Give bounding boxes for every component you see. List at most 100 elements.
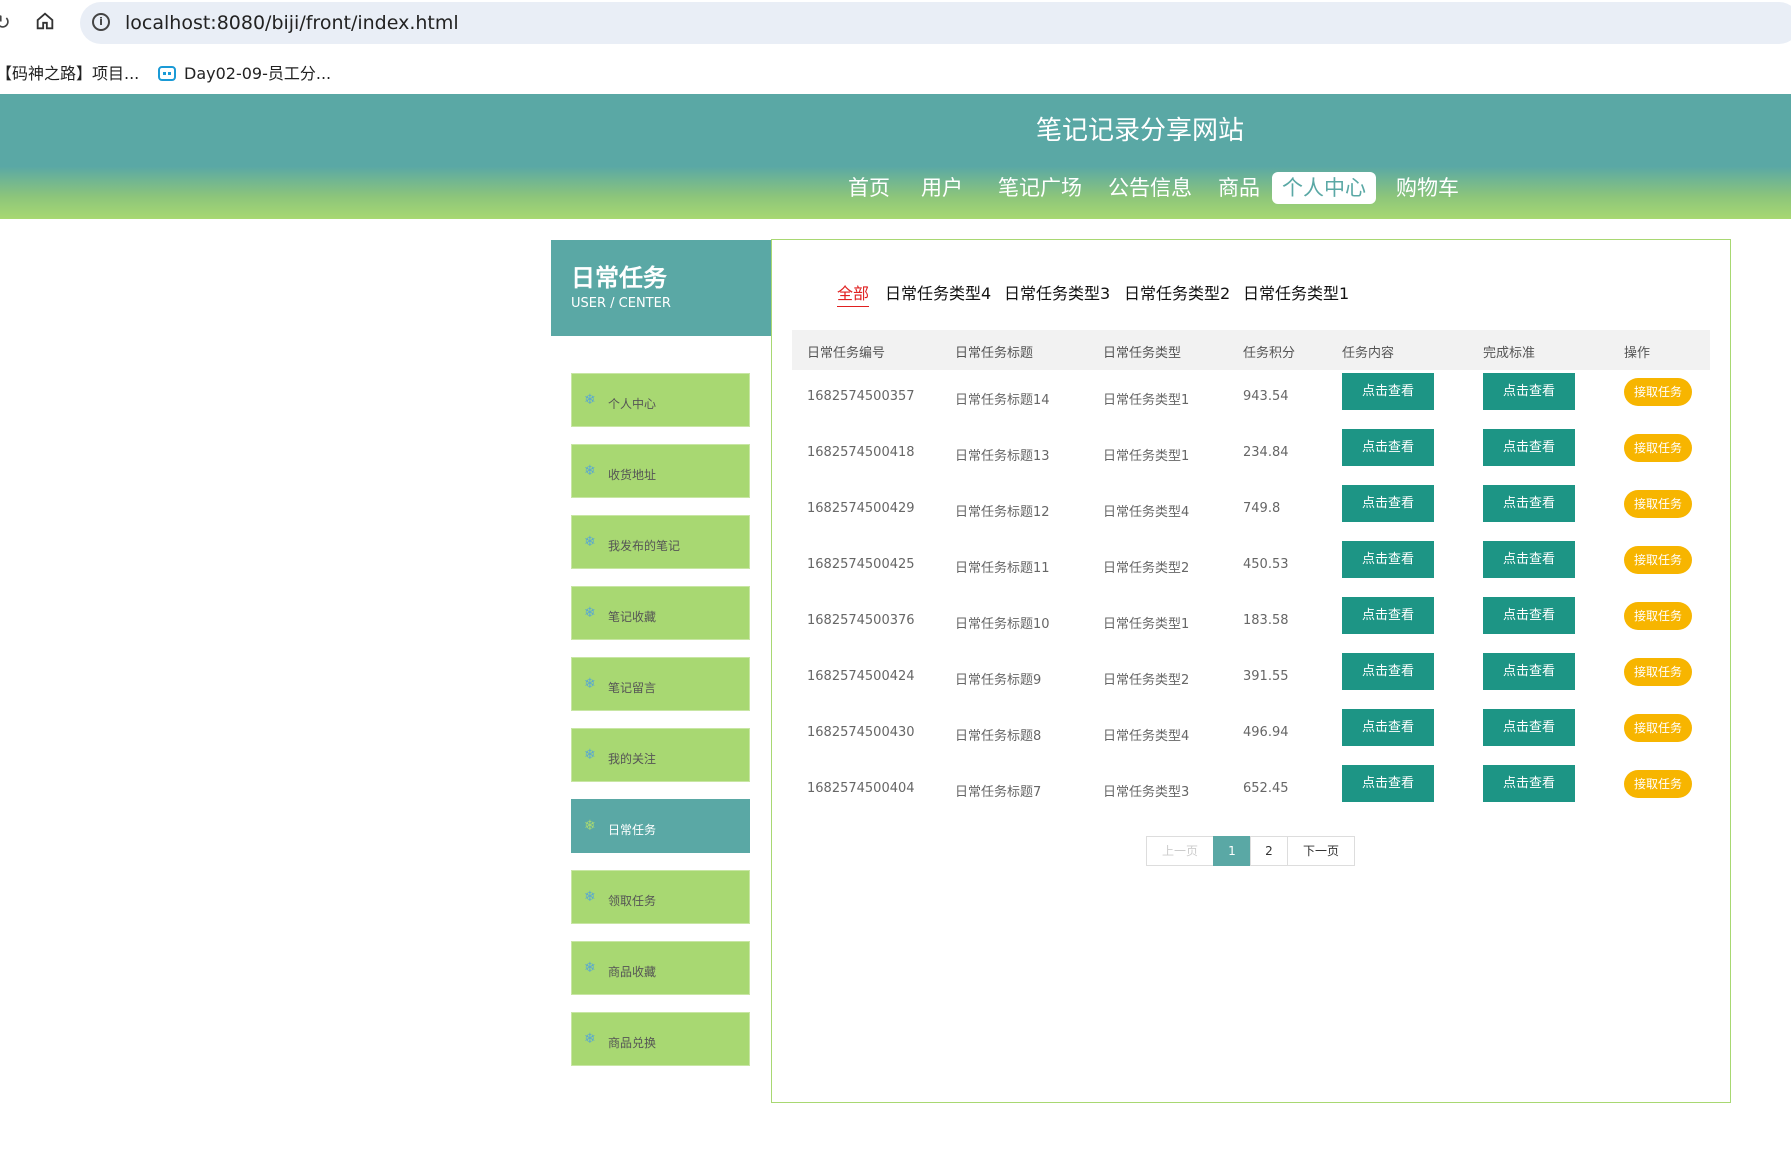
sidebar-item-product-favorites[interactable]: ❄ 商品收藏 [571,941,750,995]
bilibili-icon [158,66,176,81]
accept-task-button[interactable]: 接取任务 [1624,546,1692,574]
view-content-button[interactable]: 点击查看 [1342,541,1434,578]
view-content-button[interactable]: 点击查看 [1342,597,1434,634]
table-row: 1682574500404 日常任务标题7 日常任务类型3 652.45 点击查看 点击查… [792,762,1710,818]
address-bar[interactable]: i localhost:8080/biji/front/index.html [80,2,1791,44]
cell-task-type: 日常任务类型1 [1103,393,1190,408]
accept-task-button[interactable]: 接取任务 [1624,602,1692,630]
cell-points: 749.8 [1243,501,1281,516]
sidebar-item-label: 笔记收藏 [608,610,657,624]
accept-task-button[interactable]: 接取任务 [1624,378,1692,406]
view-content-button[interactable]: 点击查看 [1342,709,1434,746]
cell-task-type: 日常任务类型1 [1103,617,1190,632]
accept-task-button[interactable]: 接取任务 [1624,434,1692,462]
sidebar-item-my-notes[interactable]: ❄ 我发布的笔记 [571,515,750,569]
view-content-button[interactable]: 点击查看 [1342,485,1434,522]
col-task-type: 日常任务类型 [1103,346,1182,361]
filter-type-1[interactable]: 日常任务类型1 [1243,280,1349,304]
cell-points: 652.45 [1243,781,1289,796]
nav-personal-center[interactable]: 个人中心 [1272,172,1376,204]
page-1-button[interactable]: 1 [1213,836,1251,866]
view-standard-button[interactable]: 点击查看 [1483,485,1575,522]
snowflake-icon: ❄ [584,818,596,834]
cell-task-title: 日常任务标题8 [955,729,1042,744]
bookmarks-bar: 【码神之路】项目... Day02-09-员工分... [0,52,1791,88]
table-row: 1682574500376 日常任务标题10 日常任务类型1 183.58 点击查看 点击… [792,594,1710,650]
view-standard-button[interactable]: 点击查看 [1483,373,1575,410]
bookmark-item[interactable]: 【码神之路】项目... [0,60,139,84]
snowflake-icon: ❄ [584,676,596,692]
accept-task-button[interactable]: 接取任务 [1624,714,1692,742]
nav-cart[interactable]: 购物车 [1386,172,1469,204]
view-content-button[interactable]: 点击查看 [1342,765,1434,802]
nav-users[interactable]: 用户 [911,172,973,204]
cell-task-title: 日常任务标题10 [955,617,1050,632]
view-standard-button[interactable]: 点击查看 [1483,653,1575,690]
sidebar-item-product-exchange[interactable]: ❄ 商品兑换 [571,1012,750,1066]
filter-type-4[interactable]: 日常任务类型4 [885,280,991,304]
task-panel: 全部 日常任务类型4 日常任务类型3 日常任务类型2 日常任务类型1 日常任务编… [771,239,1731,1103]
cell-task-id: 1682574500357 [807,389,915,404]
nav-products[interactable]: 商品 [1208,172,1270,204]
nav-home[interactable]: 首页 [838,172,900,204]
view-standard-button[interactable]: 点击查看 [1483,709,1575,746]
cell-points: 234.84 [1243,445,1289,460]
site-info-icon[interactable]: i [92,13,110,31]
accept-task-button[interactable]: 接取任务 [1624,490,1692,518]
cell-task-title: 日常任务标题12 [955,505,1050,520]
cell-task-id: 1682574500418 [807,445,915,460]
cell-task-title: 日常任务标题7 [955,785,1042,800]
cell-task-type: 日常任务类型1 [1103,449,1190,464]
sidebar-item-my-follows[interactable]: ❄ 我的关注 [571,728,750,782]
view-standard-button[interactable]: 点击查看 [1483,429,1575,466]
filter-all[interactable]: 全部 [837,280,870,307]
sidebar-item-note-favorites[interactable]: ❄ 笔记收藏 [571,586,750,640]
table-row: 1682574500425 日常任务标题11 日常任务类型2 450.53 点击查看 点击… [792,538,1710,594]
accept-task-button[interactable]: 接取任务 [1624,770,1692,798]
sidebar-item-label: 商品收藏 [608,965,657,979]
sidebar-item-daily-tasks[interactable]: ❄ 日常任务 [571,799,750,853]
table-row: 1682574500430 日常任务标题8 日常任务类型4 496.94 点击查看 点击查… [792,706,1710,762]
view-standard-button[interactable]: 点击查看 [1483,765,1575,802]
browser-toolbar: ↻ i localhost:8080/biji/front/index.html [0,0,1791,45]
col-points: 任务积分 [1243,346,1296,361]
sidebar-item-label: 我的关注 [608,752,657,766]
url-text[interactable]: localhost:8080/biji/front/index.html [125,12,459,34]
prev-page-button[interactable]: 上一页 [1146,836,1214,866]
cell-points: 496.94 [1243,725,1289,740]
sidebar-item-personal-center[interactable]: ❄ 个人中心 [571,373,750,427]
cell-task-title: 日常任务标题14 [955,393,1050,408]
sidebar-title: 日常任务 [571,264,667,292]
cell-task-id: 1682574500376 [807,613,915,628]
cell-task-id: 1682574500429 [807,501,915,516]
sidebar-item-address[interactable]: ❄ 收货地址 [571,444,750,498]
col-task-title: 日常任务标题 [955,346,1034,361]
filter-type-3[interactable]: 日常任务类型3 [1004,280,1110,304]
home-icon[interactable] [34,10,56,32]
sidebar-item-label: 领取任务 [608,894,657,908]
cell-points: 391.55 [1243,669,1289,684]
cell-task-title: 日常任务标题9 [955,673,1042,688]
snowflake-icon: ❄ [584,605,596,621]
table-header: 日常任务编号 日常任务标题 日常任务类型 任务积分 任务内容 完成标准 操作 [792,330,1710,370]
page-2-button[interactable]: 2 [1250,836,1288,866]
next-page-button[interactable]: 下一页 [1287,836,1355,866]
accept-task-button[interactable]: 接取任务 [1624,658,1692,686]
filter-type-2[interactable]: 日常任务类型2 [1124,280,1230,304]
view-content-button[interactable]: 点击查看 [1342,653,1434,690]
view-content-button[interactable]: 点击查看 [1342,373,1434,410]
nav-announcements[interactable]: 公告信息 [1098,172,1202,204]
bookmark-item[interactable]: Day02-09-员工分... [158,60,331,84]
table-row: 1682574500357 日常任务标题14 日常任务类型1 943.54 点击查看 点击… [792,370,1710,426]
cell-task-type: 日常任务类型3 [1103,785,1190,800]
view-content-button[interactable]: 点击查看 [1342,429,1434,466]
nav-note-square[interactable]: 笔记广场 [988,172,1092,204]
sidebar-item-note-comments[interactable]: ❄ 笔记留言 [571,657,750,711]
snowflake-icon: ❄ [584,392,596,408]
view-standard-button[interactable]: 点击查看 [1483,541,1575,578]
reload-icon[interactable]: ↻ [0,10,11,34]
sidebar-item-claimed-tasks[interactable]: ❄ 领取任务 [571,870,750,924]
view-standard-button[interactable]: 点击查看 [1483,597,1575,634]
sidebar-header: 日常任务 USER / CENTER [551,240,771,336]
cell-task-id: 1682574500430 [807,725,915,740]
